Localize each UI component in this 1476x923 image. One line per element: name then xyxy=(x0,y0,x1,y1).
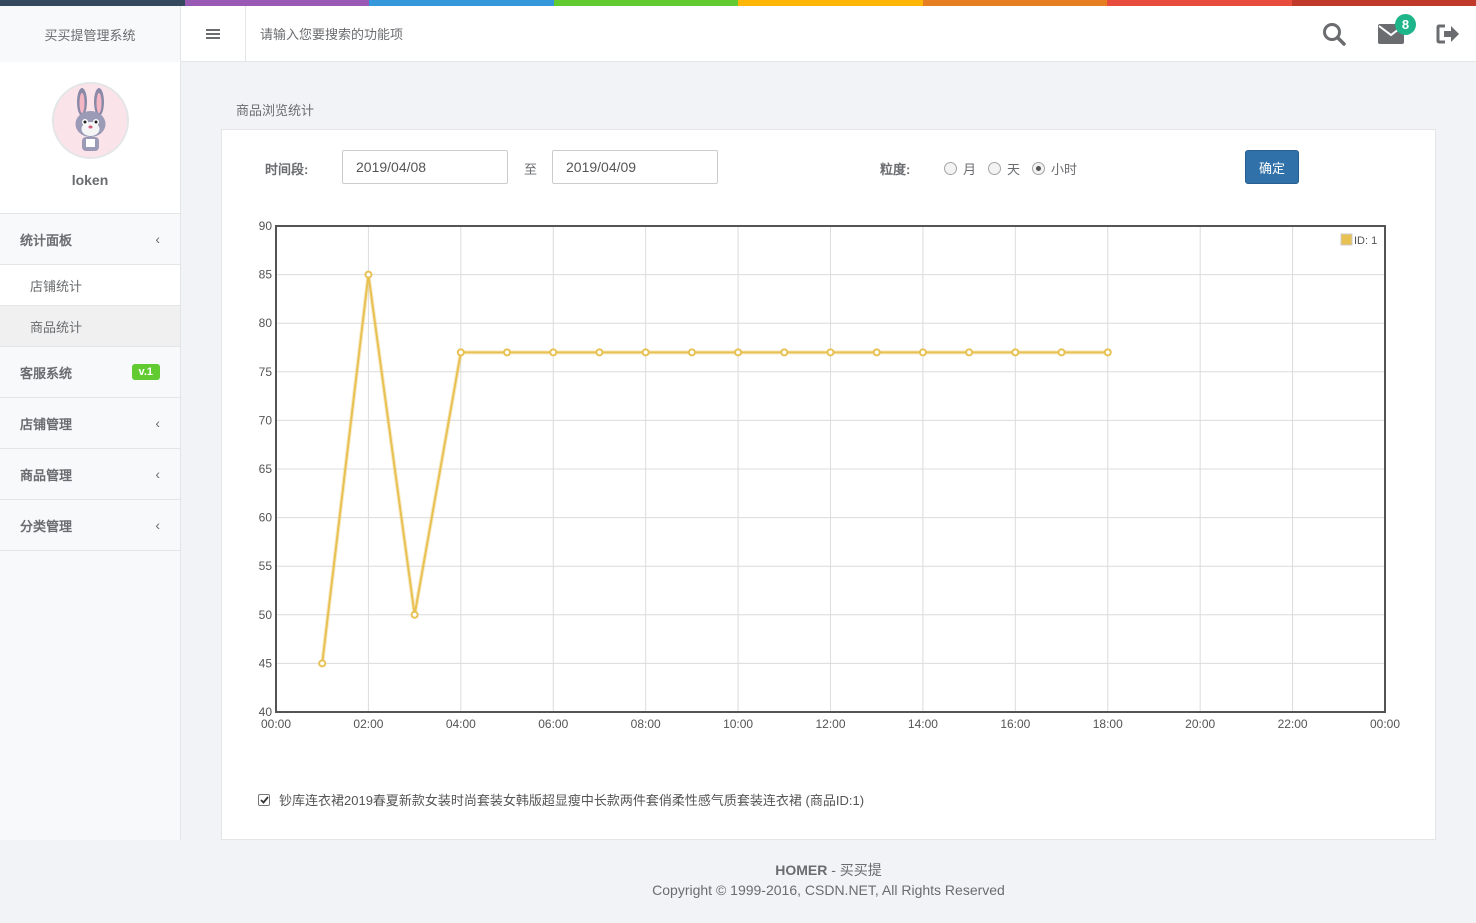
search-input[interactable] xyxy=(248,18,768,50)
x-tick-label: 22:00 xyxy=(1278,717,1308,731)
username: loken xyxy=(71,172,109,188)
footer-brand-line: HOMER - 买买提 xyxy=(181,860,1476,880)
nav-stats-panel[interactable]: 统计面板 ‹ xyxy=(0,214,180,265)
y-tick-label: 60 xyxy=(259,511,273,525)
chevron-left-icon: ‹ xyxy=(155,415,160,431)
legend-swatch xyxy=(1340,233,1353,246)
line-chart: 404550556065707580859000:00 02:00 04:00 06:… xyxy=(259,219,1401,731)
chevron-left-icon: ‹ xyxy=(155,466,160,482)
data-point xyxy=(1057,348,1066,357)
data-point xyxy=(734,348,743,357)
chevron-left-icon: ‹ xyxy=(155,231,160,247)
footer-brand-suffix: - 买买提 xyxy=(827,862,882,878)
nav-item-label: 分类管理 xyxy=(20,518,73,534)
menu-toggle-button[interactable] xyxy=(181,6,246,62)
x-tick-label: 08:00 xyxy=(631,717,661,731)
y-tick-label: 65 xyxy=(259,462,273,476)
data-point xyxy=(549,348,558,357)
y-tick-label: 85 xyxy=(259,268,273,282)
data-point xyxy=(410,610,419,619)
sign-out-icon xyxy=(1436,24,1459,44)
mail-count-badge: 8 xyxy=(1395,14,1416,35)
data-point xyxy=(318,659,327,668)
header-nav-icons: 8 xyxy=(1305,6,1476,62)
data-point xyxy=(364,270,373,279)
data-point xyxy=(872,348,881,357)
y-tick-label: 80 xyxy=(259,316,273,330)
checkmark-icon xyxy=(259,795,269,804)
stats-panel: 时间段: 至 粒度: 月 天 小时 确定 4045505560657075808… xyxy=(221,129,1436,840)
footer-copyright: Copyright © 1999-2016, CSDN.NET, All Rig… xyxy=(652,882,1005,898)
data-point xyxy=(503,348,512,357)
x-tick-label: 12:00 xyxy=(815,717,845,731)
y-tick-label: 90 xyxy=(259,219,273,233)
legend-label: ID: 1 xyxy=(1354,235,1377,247)
nav-item-label: 商品管理 xyxy=(20,467,73,483)
y-tick-label: 55 xyxy=(259,559,273,573)
x-tick-label: 00:00 xyxy=(1370,717,1400,731)
product-checkbox-label: 钞库连衣裙2019春夏新款女装时尚套装女韩版超显瘦中长款两件套俏柔性感气质套装连… xyxy=(279,793,865,808)
rabbit-avatar-icon xyxy=(53,84,127,157)
nav-shop-stats[interactable]: 店铺统计 xyxy=(0,265,180,306)
sidebar: loken 统计面板 ‹ 店铺统计 商品统计 客服系统 v.1 店铺管理 ‹ 商… xyxy=(0,62,181,840)
data-point xyxy=(1103,348,1112,357)
data-point xyxy=(965,348,974,357)
data-point xyxy=(780,348,789,357)
x-tick-label: 10:00 xyxy=(723,717,753,731)
data-point xyxy=(456,348,465,357)
logout-button[interactable] xyxy=(1419,6,1476,62)
footer: HOMER - 买买提 Copyright © 1999-2016, CSDN.… xyxy=(181,860,1476,900)
x-tick-label: 18:00 xyxy=(1093,717,1123,731)
product-checkbox-row: 钞库连衣裙2019春夏新款女装时尚套装女韩版超显瘦中长款两件套俏柔性感气质套装连… xyxy=(258,790,864,809)
hamburger-icon xyxy=(206,29,220,39)
x-tick-label: 14:00 xyxy=(908,717,938,731)
x-tick-label: 16:00 xyxy=(1000,717,1030,731)
y-tick-label: 70 xyxy=(259,413,273,427)
footer-brand: HOMER xyxy=(775,862,828,878)
y-tick-label: 50 xyxy=(259,608,273,622)
data-point xyxy=(918,348,927,357)
data-point xyxy=(826,348,835,357)
nav-item-label: 统计面板 xyxy=(20,232,73,248)
x-tick-label: 20:00 xyxy=(1185,717,1215,731)
search-button[interactable] xyxy=(1305,6,1362,62)
search-icon xyxy=(1322,23,1346,46)
avatar[interactable] xyxy=(51,82,129,159)
data-point xyxy=(687,348,696,357)
data-point xyxy=(1011,348,1020,357)
profile-section: loken xyxy=(0,62,180,214)
x-tick-label: 04:00 xyxy=(446,717,476,731)
y-tick-label: 45 xyxy=(259,656,273,670)
nav-category-management[interactable]: 分类管理 ‹ xyxy=(0,500,180,551)
nav-shop-management[interactable]: 店铺管理 ‹ xyxy=(0,398,180,449)
chevron-left-icon: ‹ xyxy=(155,517,160,533)
data-point xyxy=(595,348,604,357)
version-badge: v.1 xyxy=(131,364,160,380)
mail-button[interactable]: 8 xyxy=(1362,6,1419,62)
y-tick-label: 75 xyxy=(259,365,273,379)
data-point xyxy=(641,348,650,357)
x-tick-label: 02:00 xyxy=(353,717,383,731)
nav-product-stats[interactable]: 商品统计 xyxy=(0,306,180,347)
header: 买买提管理系统 8 xyxy=(0,6,1476,62)
x-tick-label: 06:00 xyxy=(538,717,568,731)
nav-item-label: 店铺管理 xyxy=(20,416,73,432)
page-title: 商品浏览统计 xyxy=(236,103,315,118)
product-checkbox[interactable] xyxy=(258,793,270,806)
x-tick-label: 00:00 xyxy=(261,717,291,731)
nav-customer-service[interactable]: 客服系统 v.1 xyxy=(0,347,180,398)
nav-product-management[interactable]: 商品管理 ‹ xyxy=(0,449,180,500)
nav-item-label: 客服系统 xyxy=(20,365,73,381)
app-title[interactable]: 买买提管理系统 xyxy=(0,6,181,62)
